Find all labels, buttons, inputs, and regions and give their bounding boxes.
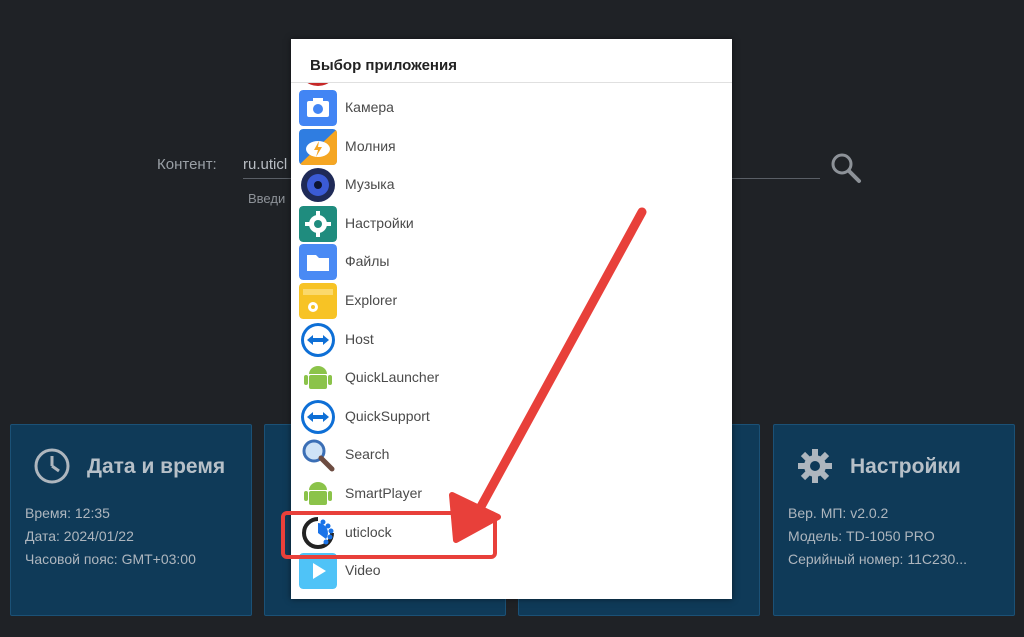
uticlock-highlight-box — [281, 511, 497, 559]
list-item-smartplayer[interactable]: SmartPlayer — [291, 475, 732, 514]
timezone-value: Часовой пояс: GMT+03:00 — [25, 551, 196, 567]
settings-card[interactable]: Настройки Вер. МП: v2.0.2 Модель: TD-105… — [773, 424, 1015, 616]
app-label: Файлы — [345, 253, 390, 270]
app-label: QuickLauncher — [345, 369, 440, 386]
list-item-search[interactable]: Search — [291, 436, 732, 475]
lightning-cloud-icon — [299, 128, 337, 165]
content-label: Контент: — [157, 156, 217, 173]
firmware-version: Вер. МП: v2.0.2 — [788, 505, 889, 521]
app-label: Молния — [345, 137, 396, 154]
app-label: Host — [345, 330, 374, 347]
time-value: Время: 12:35 — [25, 505, 110, 521]
list-item-settings[interactable]: Настройки — [291, 205, 732, 244]
android-robot-icon — [299, 360, 337, 397]
search-icon — [831, 153, 861, 183]
card-title: Настройки — [850, 455, 961, 478]
clock-icon — [34, 448, 70, 484]
app-label: QuickSupport — [345, 407, 430, 424]
app-label: Video — [345, 562, 381, 579]
list-item[interactable] — [291, 83, 732, 88]
app-label: Музыка — [345, 176, 395, 193]
folder-icon — [299, 244, 337, 281]
list-item-explorer[interactable]: Explorer — [291, 282, 732, 321]
content-input-value: ru.uticl — [243, 156, 288, 173]
speaker-icon — [301, 168, 335, 203]
teamviewer-host-icon — [301, 322, 335, 357]
app-label: Настройки — [345, 214, 414, 231]
teamviewer-qs-icon — [301, 399, 335, 434]
camera-icon — [299, 90, 337, 126]
date-value: Дата: 2024/01/22 — [25, 528, 134, 544]
list-item-molniya[interactable]: Молния — [291, 128, 732, 167]
android-robot-icon — [299, 476, 337, 512]
list-item-music[interactable]: Музыка — [291, 166, 732, 205]
list-item-files[interactable]: Файлы — [291, 243, 732, 282]
app-label: Explorer — [345, 292, 398, 308]
model-value: Модель: TD-1050 PRO — [788, 528, 935, 544]
dialog-title: Выбор приложения — [310, 57, 457, 74]
gear-icon — [299, 205, 337, 242]
list-item-quicklauncher[interactable]: QuickLauncher — [291, 359, 732, 398]
app-label: Камера — [345, 99, 394, 115]
list-item-camera[interactable]: Камера — [291, 89, 732, 128]
card-title: Дата и время — [87, 455, 226, 478]
app-label: SmartPlayer — [345, 485, 423, 501]
gear-icon — [798, 449, 832, 483]
app-icon — [299, 83, 337, 86]
list-item-quicksupport[interactable]: QuickSupport — [291, 398, 732, 437]
datetime-card[interactable]: Дата и время Время: 12:35 Дата: 2024/01/… — [10, 424, 252, 616]
list-item-host[interactable]: Host — [291, 321, 732, 360]
magnifier-icon — [299, 437, 337, 474]
serial-value: Серийный номер: 11C230... — [788, 551, 967, 567]
explorer-folder-icon — [299, 283, 337, 319]
content-hint: Введи — [248, 191, 286, 206]
search-button[interactable] — [828, 150, 864, 186]
app-label: Search — [345, 446, 390, 463]
